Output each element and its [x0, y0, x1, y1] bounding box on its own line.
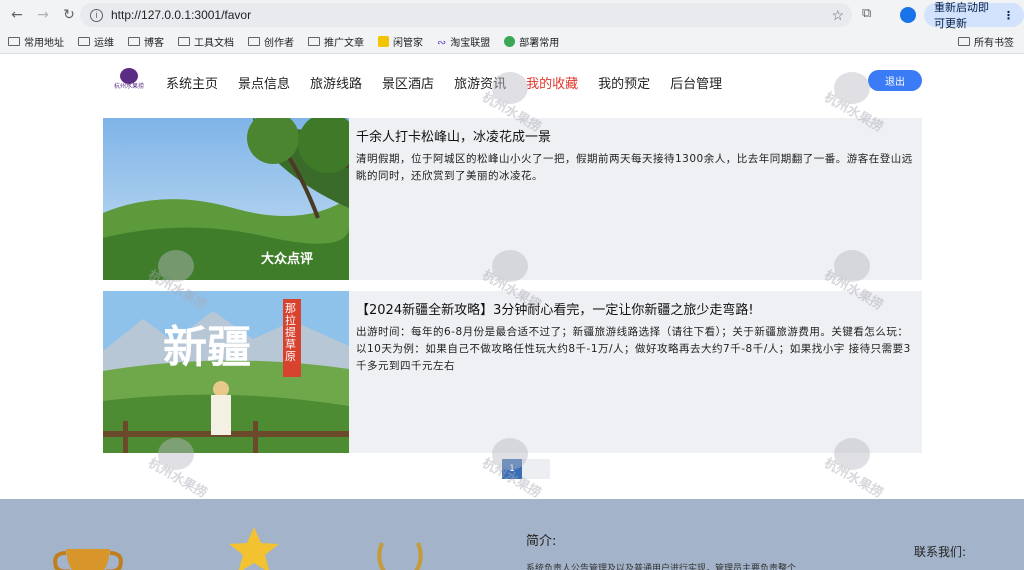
fruit-logo-icon [120, 68, 138, 84]
nav-bookings[interactable]: 我的预定 [598, 73, 650, 92]
all-bookmarks[interactable]: 所有书签 [958, 34, 1014, 49]
nav-news[interactable]: 旅游资讯 [454, 73, 506, 92]
favorite-title[interactable]: 千余人打卡松峰山，冰凌花成一景 [356, 126, 551, 145]
bookmark-folder[interactable]: 常用地址 [8, 34, 64, 49]
bookmark-folder[interactable]: 推广文章 [308, 34, 364, 49]
trophy-icon [53, 549, 123, 570]
favorite-image[interactable]: 大众点评 [103, 118, 349, 280]
site-page: 杭州水果捞 系统主页 景点信息 旅游线路 景区酒店 旅游资讯 我的收藏 我的预定… [0, 54, 1024, 570]
page-button[interactable]: 1 [502, 459, 522, 479]
bookmark-folder[interactable]: 博客 [128, 34, 164, 49]
bookmark-label: 工具文档 [194, 38, 234, 49]
star-icon [229, 527, 279, 570]
browser-toolbar: ← → ↻ i http://127.0.0.1:3001/favor ☆ ⧉ … [0, 0, 1024, 30]
pagination: 1 [502, 459, 550, 479]
profile-icon[interactable] [900, 7, 916, 23]
bookmark-label: 博客 [144, 38, 164, 49]
folder-icon [78, 37, 90, 46]
bookmark-link[interactable]: 部署常用 [504, 34, 559, 49]
reload-icon[interactable]: ↻ [58, 4, 80, 26]
favorite-image[interactable]: 新疆 那拉提草原 [103, 291, 349, 453]
site-header: 杭州水果捞 系统主页 景点信息 旅游线路 景区酒店 旅游资讯 我的收藏 我的预定… [0, 54, 1024, 116]
nav-routes[interactable]: 旅游线路 [310, 73, 362, 92]
folder-icon [128, 37, 140, 46]
bookmark-label: 运维 [94, 38, 114, 49]
main-nav: 系统主页 景点信息 旅游线路 景区酒店 旅游资讯 我的收藏 我的预定 后台管理 [166, 73, 742, 92]
image-caption-side: 那拉提草原 [285, 302, 296, 363]
site-logo[interactable]: 杭州水果捞 [112, 68, 146, 94]
bookmark-label: 推广文章 [324, 38, 364, 49]
footer-intro-title: 简介: [526, 534, 557, 549]
xianguanjia-icon [378, 36, 389, 47]
nav-hotels[interactable]: 景区酒店 [382, 73, 434, 92]
favorite-desc: 出游时间：每年的6-8月份是最合适不过了；新疆旅游线路选择（请往下看）；关于新疆… [356, 326, 911, 372]
deploy-icon [504, 36, 516, 47]
bookmark-label: 部署常用 [519, 38, 560, 49]
folder-icon [248, 37, 260, 46]
site-info-icon[interactable]: i [90, 8, 103, 22]
image-caption: 大众点评 [261, 252, 314, 267]
bookmark-link[interactable]: 闲管家 [378, 34, 423, 49]
laurel-icon [377, 542, 423, 570]
bookmark-folder[interactable]: 创作者 [248, 34, 294, 49]
bookmark-label: 创作者 [264, 38, 294, 49]
bookmark-label: 淘宝联盟 [450, 38, 491, 49]
address-bar[interactable]: i http://127.0.0.1:3001/favor ☆ [80, 3, 852, 27]
nav-admin[interactable]: 后台管理 [670, 73, 722, 92]
favorite-desc: 清明假期，位于阿城区的松峰山小火了一把，假期前两天每天接待1300余人，比去年同… [356, 153, 913, 182]
restart-update-button[interactable]: 重新启动即可更新 ⋮ [924, 1, 1024, 30]
restart-label: 重新启动即可更新 [934, 1, 989, 30]
bookmarks-bar: 常用地址 运维 博客 工具文档 创作者 推广文章 闲管家 ∾ 淘宝联盟 部署常用 … [0, 30, 1024, 54]
back-icon[interactable]: ← [6, 4, 28, 26]
footer-contact-title: 联系我们: [914, 545, 967, 559]
bookmark-star-icon[interactable]: ☆ [831, 7, 844, 24]
site-footer: 简介: 系统负责人公告管理及以及普通用户进行实现，管理员主要负责整个 联系我们: [0, 499, 1024, 570]
logo-text: 杭州水果捞 [113, 83, 144, 90]
bookmark-folder[interactable]: 工具文档 [178, 34, 234, 49]
bookmark-link[interactable]: ∾ 淘宝联盟 [437, 34, 490, 49]
bookmark-label: 所有书签 [974, 38, 1014, 49]
footer-intro-text: 系统负责人公告管理及以及普通用户进行实现，管理员主要负责整个 [526, 564, 797, 570]
nav-home[interactable]: 系统主页 [166, 73, 218, 92]
more-icon: ⋮ [1003, 8, 1014, 22]
forward-icon[interactable]: → [32, 4, 54, 26]
url-text: http://127.0.0.1:3001/favor [111, 8, 252, 22]
nav-favorites[interactable]: 我的收藏 [526, 73, 578, 92]
folder-icon [178, 37, 190, 46]
logout-button[interactable]: 退出 [868, 70, 922, 91]
favorite-item[interactable]: 新疆 那拉提草原 【2024新疆全新攻略】3分钟耐心看完，一定让你新疆之旅少走弯… [103, 291, 922, 453]
folder-icon [8, 37, 20, 46]
image-caption: 新疆 [163, 322, 251, 373]
favorite-item[interactable]: 大众点评 千余人打卡松峰山，冰凌花成一景 清明假期，位于阿城区的松峰山小火了一把… [103, 118, 922, 280]
bookmark-label: 常用地址 [24, 38, 64, 49]
folder-icon [958, 37, 970, 46]
bookmark-folder[interactable]: 运维 [78, 34, 114, 49]
nav-attractions[interactable]: 景点信息 [238, 73, 290, 92]
extensions-icon[interactable]: ⧉ [862, 6, 880, 24]
folder-icon [308, 37, 320, 46]
favorite-title[interactable]: 【2024新疆全新攻略】3分钟耐心看完，一定让你新疆之旅少走弯路! [356, 299, 754, 318]
taobao-union-icon: ∾ [437, 36, 447, 49]
pagination-next[interactable] [522, 459, 550, 479]
bookmark-label: 闲管家 [393, 38, 423, 49]
